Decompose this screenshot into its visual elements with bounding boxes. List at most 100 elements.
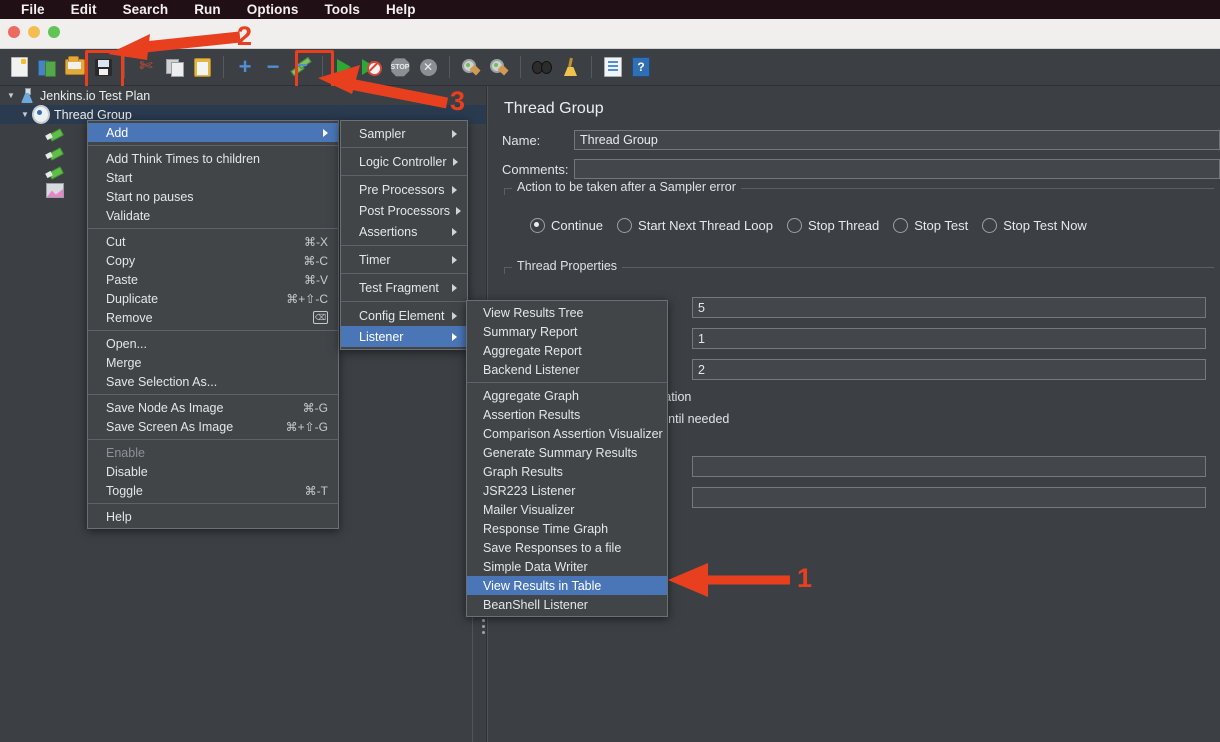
listener-item-backend-listener[interactable]: Backend Listener (467, 360, 667, 379)
clear-button[interactable] (458, 54, 484, 80)
listener-item-save-responses-to-a-file[interactable]: Save Responses to a file (467, 538, 667, 557)
menu-run[interactable]: Run (181, 0, 234, 19)
listener-item-generate-summary-results[interactable]: Generate Summary Results (467, 443, 667, 462)
help-button[interactable]: ? (628, 54, 654, 80)
listener-item-view-results-in-table[interactable]: View Results in Table (467, 576, 667, 595)
radio-stop-test[interactable]: Stop Test (893, 218, 968, 233)
start-toolbar-button[interactable] (331, 54, 357, 80)
context-menu-item-remove[interactable]: Remove⌫ (88, 308, 338, 327)
expand-chevron-icon[interactable]: ▼ (4, 91, 18, 100)
stop-button[interactable]: STOP (387, 54, 413, 80)
listener-item-jsr223-listener[interactable]: JSR223 Listener (467, 481, 667, 500)
comments-input[interactable] (574, 159, 1220, 179)
add-submenu-item-config-element[interactable]: Config Element (341, 305, 467, 326)
save-toolbar-button[interactable] (90, 54, 116, 80)
context-menu-item-save-node-as-image[interactable]: Save Node As Image⌘-G (88, 398, 338, 417)
toggle-button[interactable] (288, 54, 314, 80)
add-submenu[interactable]: Sampler Logic Controller Pre Processors … (340, 120, 468, 350)
context-menu-item-save-screen-as-image[interactable]: Save Screen As Image⌘+⇧-G (88, 417, 338, 436)
loop-count-input[interactable]: 2 (692, 359, 1206, 380)
listener-item-beanshell-listener[interactable]: BeanShell Listener (467, 595, 667, 614)
start-no-pauses-button[interactable] (359, 54, 385, 80)
radio-stop-thread[interactable]: Stop Thread (787, 218, 879, 233)
listener-item-response-time-graph[interactable]: Response Time Graph (467, 519, 667, 538)
add-submenu-item-test-fragment[interactable]: Test Fragment (341, 277, 467, 298)
expand-chevron-icon[interactable]: ▼ (18, 110, 32, 119)
open-button[interactable] (62, 54, 88, 80)
menu-search[interactable]: Search (110, 0, 182, 19)
listener-item-aggregate-graph[interactable]: Aggregate Graph (467, 386, 667, 405)
duration-input[interactable] (692, 456, 1206, 477)
tree-node-test-plan[interactable]: ▼ Jenkins.io Test Plan (0, 86, 486, 105)
listener-item-summary-report[interactable]: Summary Report (467, 322, 667, 341)
name-input[interactable]: Thread Group (574, 130, 1220, 150)
menu-edit[interactable]: Edit (58, 0, 110, 19)
menu-item-label: Add (106, 126, 305, 140)
context-menu-item-duplicate[interactable]: Duplicate ⌘+⇧-C (88, 289, 338, 308)
radio-stop-test-now[interactable]: Stop Test Now (982, 218, 1087, 233)
menu-help[interactable]: Help (373, 0, 429, 19)
context-menu-item-paste[interactable]: Paste⌘-V (88, 270, 338, 289)
shutdown-button[interactable]: ✕ (415, 54, 441, 80)
radio-start-next-thread-loop[interactable]: Start Next Thread Loop (617, 218, 773, 233)
copy-button[interactable] (161, 54, 187, 80)
expand-all-button[interactable]: + (232, 54, 258, 80)
add-submenu-item-logic-controller[interactable]: Logic Controller (341, 151, 467, 172)
listener-submenu[interactable]: View Results Tree Summary Report Aggrega… (466, 300, 668, 617)
context-menu-item-open[interactable]: Open... (88, 334, 338, 353)
menu-tools[interactable]: Tools (311, 0, 373, 19)
add-submenu-item-sampler[interactable]: Sampler (341, 123, 467, 144)
listener-item-aggregate-report[interactable]: Aggregate Report (467, 341, 667, 360)
context-menu-item-copy[interactable]: Copy⌘-C (88, 251, 338, 270)
listener-item-simple-data-writer[interactable]: Simple Data Writer (467, 557, 667, 576)
window-controls (8, 26, 60, 38)
menu-options[interactable]: Options (234, 0, 312, 19)
templates-icon (38, 59, 56, 76)
context-menu-item-start[interactable]: Start (88, 168, 338, 187)
new-test-plan-button[interactable] (6, 54, 32, 80)
context-menu-item-disable[interactable]: Disable (88, 462, 338, 481)
tree-context-menu[interactable]: Add Add Think Times to children Start St… (87, 120, 339, 529)
context-menu-item-toggle[interactable]: Toggle⌘-T (88, 481, 338, 500)
startup-delay-input[interactable] (692, 487, 1206, 508)
listener-item-view-results-tree[interactable]: View Results Tree (467, 303, 667, 322)
add-submenu-item-post-processors[interactable]: Post Processors (341, 200, 467, 221)
context-menu-item-help[interactable]: Help (88, 507, 338, 526)
context-menu-item-validate[interactable]: Validate (88, 206, 338, 225)
menu-file[interactable]: File (8, 0, 58, 19)
rampup-input[interactable]: 1 (692, 328, 1206, 349)
add-submenu-item-listener[interactable]: Listener (341, 326, 467, 347)
context-menu-item-save-selection-as[interactable]: Save Selection As... (88, 372, 338, 391)
reset-search-button[interactable] (557, 54, 583, 80)
function-helper-button[interactable] (600, 54, 626, 80)
radio-continue[interactable]: Continue (530, 218, 603, 233)
templates-button[interactable] (34, 54, 60, 80)
clear-all-button[interactable] (486, 54, 512, 80)
listener-item-mailer-visualizer[interactable]: Mailer Visualizer (467, 500, 667, 519)
listener-item-assertion-results[interactable]: Assertion Results (467, 405, 667, 424)
paste-button[interactable] (189, 54, 215, 80)
menu-item-label: Duplicate (106, 292, 262, 306)
chevron-right-icon (452, 228, 457, 236)
context-menu-item-cut[interactable]: Cut⌘-X (88, 232, 338, 251)
collapse-all-button[interactable]: − (260, 54, 286, 80)
context-menu-item-merge[interactable]: Merge (88, 353, 338, 372)
close-window-button[interactable] (8, 26, 20, 38)
zoom-window-button[interactable] (48, 26, 60, 38)
cut-button[interactable]: ✄ (133, 54, 159, 80)
context-menu-item-add-think-times[interactable]: Add Think Times to children (88, 149, 338, 168)
listener-item-graph-results[interactable]: Graph Results (467, 462, 667, 481)
search-button[interactable] (529, 54, 555, 80)
radio-knob (893, 218, 908, 233)
add-submenu-item-timer[interactable]: Timer (341, 249, 467, 270)
function-helper-icon (604, 57, 622, 77)
context-menu-item-add[interactable]: Add (88, 123, 338, 142)
menu-item-accelerator: ⌘+⇧-C (286, 292, 328, 306)
add-submenu-item-assertions[interactable]: Assertions (341, 221, 467, 242)
listener-item-comparison-assertion-visualizer[interactable]: Comparison Assertion Visualizer (467, 424, 667, 443)
menu-item-label: Start no pauses (106, 190, 328, 204)
context-menu-item-start-no-pauses[interactable]: Start no pauses (88, 187, 338, 206)
threads-input[interactable]: 5 (692, 297, 1206, 318)
add-submenu-item-pre-processors[interactable]: Pre Processors (341, 179, 467, 200)
minimize-window-button[interactable] (28, 26, 40, 38)
